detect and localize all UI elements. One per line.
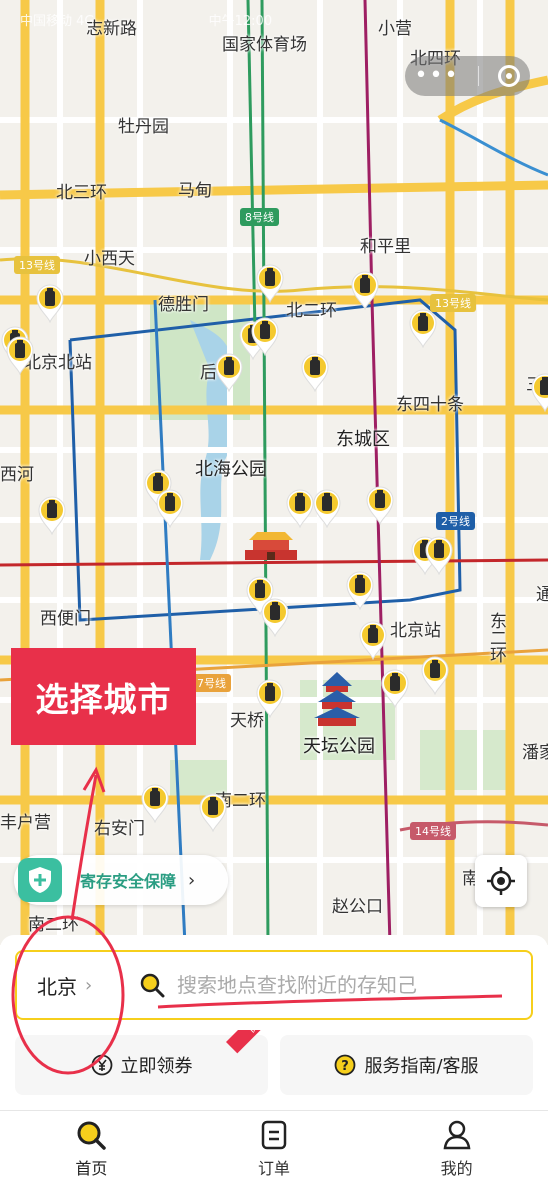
miniprogram-capsule[interactable]: ••• <box>405 56 530 96</box>
storage-location-pin[interactable] <box>198 792 228 832</box>
storage-location-pin[interactable] <box>37 495 67 535</box>
map-label: 赵公口 <box>332 897 383 917</box>
map-label: 德胜门 <box>158 295 209 315</box>
safety-guarantee-banner[interactable]: 寄存安全保障 › <box>14 855 228 905</box>
user-icon <box>443 1120 471 1150</box>
map-label: 东二环 <box>486 612 506 663</box>
storage-location-pin[interactable] <box>345 570 375 610</box>
metro-line-tag: 8号线 <box>240 208 279 226</box>
storage-location-pin[interactable] <box>5 335 35 375</box>
storage-location-pin[interactable] <box>358 620 388 660</box>
map-label: 丰户营 <box>0 813 51 833</box>
storage-location-pin[interactable] <box>140 783 170 823</box>
metro-line-tag: 7号线 <box>192 674 231 692</box>
bottom-panel: 北京 › 立即领券 优惠 ? 服务指南/客服 <box>0 935 548 1110</box>
city-selector[interactable]: 北京 › <box>17 952 127 1018</box>
tab-me[interactable]: 我的 <box>365 1111 548 1187</box>
map-label: 小西天 <box>84 249 135 269</box>
map-label: 通 <box>536 585 548 605</box>
storage-location-pin[interactable] <box>250 316 280 356</box>
status-bar: 中国移动 4G 中午12:00 <box>0 0 548 34</box>
crosshair-icon <box>487 867 515 895</box>
map-label: 北三环 <box>56 183 107 203</box>
storage-location-pin[interactable] <box>255 678 285 718</box>
storage-location-pin[interactable] <box>155 488 185 528</box>
coupon-label: 立即领券 <box>120 1056 193 1077</box>
storage-location-pin[interactable] <box>214 352 244 392</box>
tiananmen-icon <box>245 532 297 560</box>
tab-home-label: 首页 <box>75 1159 108 1178</box>
tab-orders[interactable]: 订单 <box>183 1111 366 1187</box>
storage-location-pin[interactable] <box>365 485 395 525</box>
map-label: 东四十条 <box>396 395 464 415</box>
metro-line-tag: 2号线 <box>436 512 475 530</box>
storage-location-pin[interactable] <box>312 488 342 528</box>
capsule-divider <box>478 66 480 86</box>
metro-line-tag: 14号线 <box>410 822 456 840</box>
storage-location-pin[interactable] <box>420 655 450 695</box>
yen-coupon-icon <box>91 1054 112 1076</box>
map-label: 北海公园 <box>195 459 267 480</box>
annotation-tag: 选择城市 <box>11 648 196 745</box>
more-icon[interactable]: ••• <box>415 65 460 87</box>
storage-location-pin[interactable] <box>424 535 454 575</box>
map-label: 北二环 <box>286 301 337 321</box>
temple-of-heaven-icon <box>314 672 360 726</box>
safety-banner-label: 寄存安全保障 <box>80 872 177 891</box>
svg-text:?: ? <box>342 1059 350 1074</box>
storage-location-pin[interactable] <box>350 270 380 310</box>
search-input[interactable] <box>177 973 507 997</box>
locate-me-button[interactable] <box>475 855 527 907</box>
map-label: 西河 <box>0 465 34 485</box>
map-label: 东城区 <box>336 429 390 450</box>
map-label: 和平里 <box>360 237 411 257</box>
storage-location-pin[interactable] <box>380 668 410 708</box>
search-bar[interactable]: 北京 › <box>15 950 533 1020</box>
tab-bar: 首页 订单 我的 <box>0 1110 548 1187</box>
tab-me-label: 我的 <box>440 1159 473 1178</box>
status-carrier: 中国移动 4G <box>20 14 95 29</box>
storage-location-pin[interactable] <box>300 352 330 392</box>
map-view[interactable]: 志新路 国家体育场 小营 北四环 牡丹园 北三环 马甸 8号线 小西天 和平里 … <box>0 0 548 945</box>
service-guide-button[interactable]: ? 服务指南/客服 <box>280 1035 533 1095</box>
map-label: 北京站 <box>390 621 441 641</box>
promo-badge-text: 优惠 <box>226 1030 272 1054</box>
search-icon <box>77 1121 107 1150</box>
search-icon <box>140 973 165 998</box>
city-name: 北京 <box>37 974 77 999</box>
guide-label: 服务指南/客服 <box>364 1056 479 1077</box>
status-time: 中午12:00 <box>208 14 273 29</box>
map-label: 天坛公园 <box>303 736 375 757</box>
storage-location-pin[interactable] <box>255 263 285 303</box>
storage-location-pin[interactable] <box>285 488 315 528</box>
map-label: 潘家 <box>522 743 548 763</box>
map-label: 西便门 <box>40 609 91 629</box>
map-label: 右安门 <box>94 819 145 839</box>
map-label: 南二环 <box>28 915 79 935</box>
tab-home[interactable]: 首页 <box>0 1111 183 1187</box>
shield-plus-icon <box>18 858 62 902</box>
storage-location-pin[interactable] <box>35 283 65 323</box>
storage-location-pin[interactable] <box>408 308 438 348</box>
promo-badge: 优惠 <box>220 1030 272 1082</box>
order-list-icon <box>261 1120 287 1150</box>
chevron-right-icon: › <box>85 974 93 996</box>
map-roads <box>0 0 548 945</box>
map-label: 牡丹园 <box>118 117 169 137</box>
close-miniprogram-icon[interactable] <box>498 65 521 87</box>
metro-line-tag: 13号线 <box>14 256 60 274</box>
help-icon: ? <box>335 1054 356 1076</box>
storage-location-pin[interactable] <box>530 372 548 412</box>
chevron-right-icon: › <box>188 869 196 891</box>
tab-orders-label: 订单 <box>258 1159 291 1178</box>
storage-location-pin[interactable] <box>260 597 290 637</box>
map-label: 马甸 <box>178 181 212 201</box>
